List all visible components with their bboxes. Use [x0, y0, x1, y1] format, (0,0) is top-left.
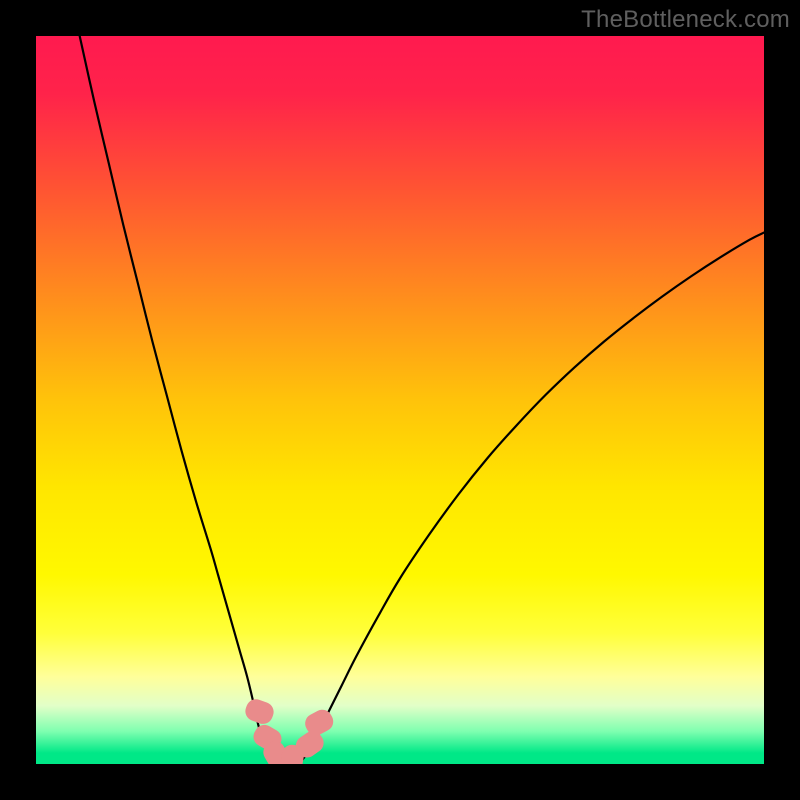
- gradient-background: [36, 36, 764, 764]
- plot-area: [36, 36, 764, 764]
- bottleneck-chart: [36, 36, 764, 764]
- watermark-text: TheBottleneck.com: [581, 6, 790, 34]
- chart-frame: TheBottleneck.com: [0, 0, 800, 800]
